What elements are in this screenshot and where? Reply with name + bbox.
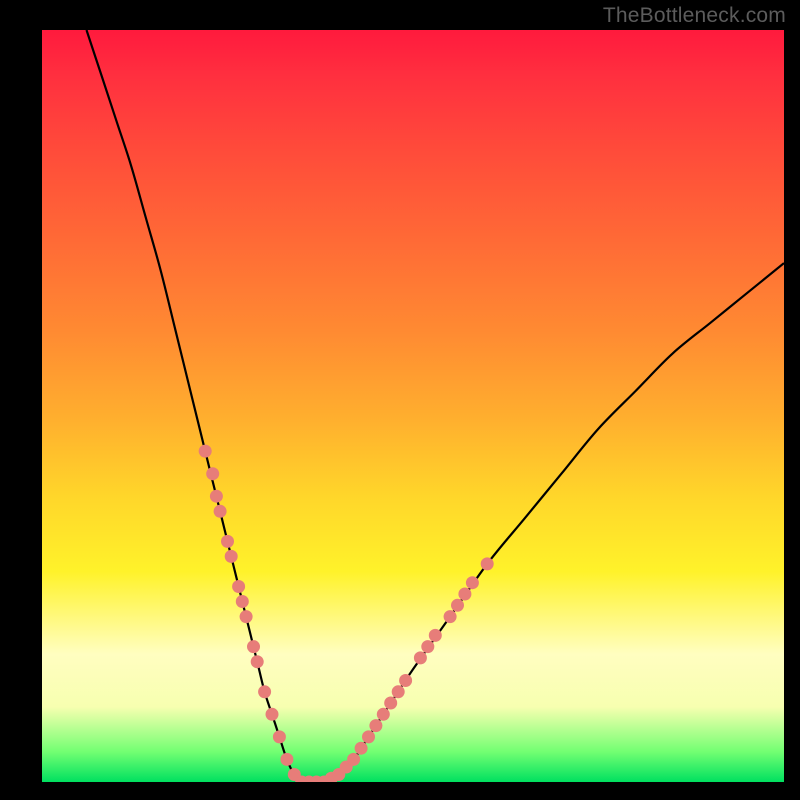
marker-dot [399, 674, 412, 687]
plot-area [42, 30, 784, 782]
marker-dot [429, 629, 442, 642]
chart-svg [42, 30, 784, 782]
marker-dot [421, 640, 434, 653]
marker-dot [236, 595, 249, 608]
marker-dot [210, 490, 223, 503]
marker-dot [247, 640, 260, 653]
marker-dot [251, 655, 264, 668]
marker-dot [232, 580, 245, 593]
marker-dot [240, 610, 253, 623]
marker-dot [451, 599, 464, 612]
marker-dot [199, 445, 212, 458]
curve-layer [87, 30, 785, 782]
marker-dot [414, 651, 427, 664]
marker-dot [377, 708, 390, 721]
marker-dot [444, 610, 457, 623]
marker-dot [355, 742, 368, 755]
marker-dot [362, 730, 375, 743]
marker-dot [458, 588, 471, 601]
marker-dot [347, 753, 360, 766]
marker-dot [369, 719, 382, 732]
marker-dot [392, 685, 405, 698]
marker-dot [214, 505, 227, 518]
marker-dot [384, 697, 397, 710]
marker-dot [280, 753, 293, 766]
marker-dot [258, 685, 271, 698]
marker-dot [466, 576, 479, 589]
marker-dot [206, 467, 219, 480]
outer-frame: TheBottleneck.com [0, 0, 800, 800]
marker-dot [266, 708, 279, 721]
watermark-text: TheBottleneck.com [603, 4, 786, 28]
bottleneck-curve [87, 30, 785, 782]
marker-dot [221, 535, 234, 548]
marker-dot [225, 550, 238, 563]
marker-dot [481, 557, 494, 570]
marker-layer [199, 445, 494, 782]
marker-dot [273, 730, 286, 743]
